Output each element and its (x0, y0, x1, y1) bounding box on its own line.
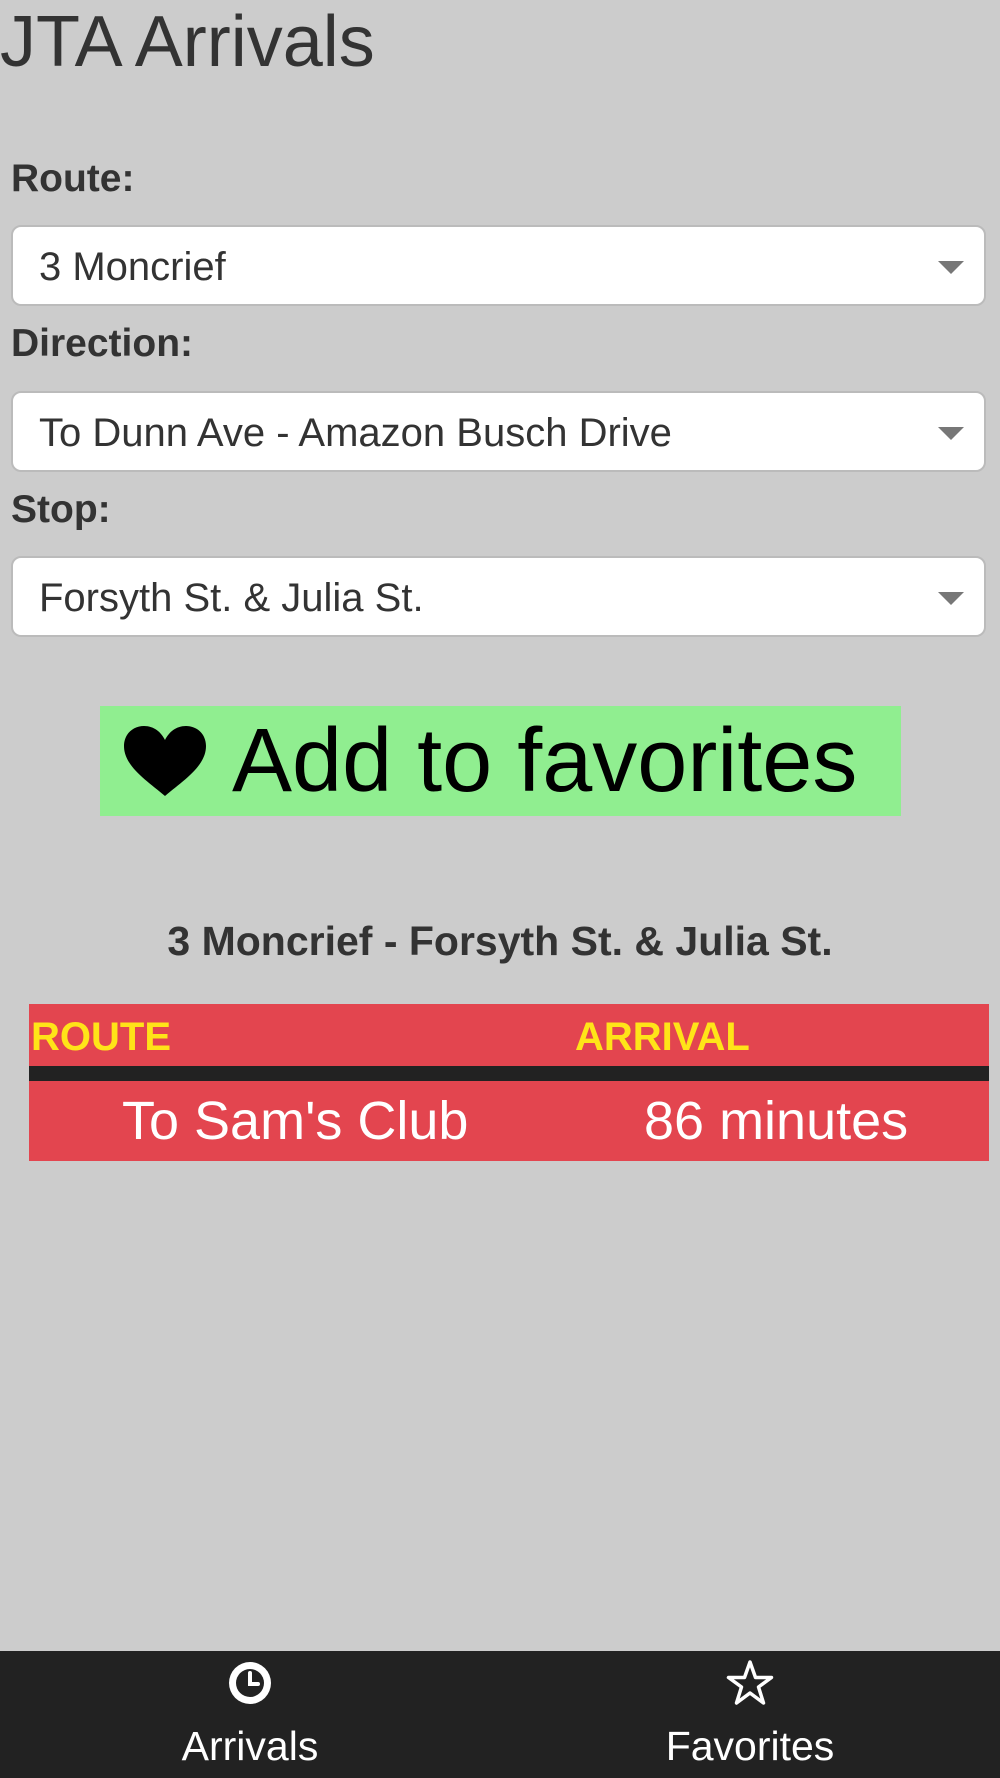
table-header-row: ROUTE ARRIVAL (29, 1004, 989, 1066)
chevron-down-icon (938, 261, 964, 274)
route-label: Route: (11, 157, 135, 200)
clock-icon (229, 1662, 271, 1704)
add-to-favorites-label: Add to favorites (232, 711, 858, 811)
page-title: JTA Arrivals (0, 2, 375, 82)
chevron-down-icon (938, 427, 964, 440)
column-header-arrival: ARRIVAL (575, 1015, 750, 1059)
stop-label: Stop: (11, 488, 111, 531)
arrivals-table: ROUTE ARRIVAL To Sam's Club 86 minutes (29, 1004, 989, 1161)
tab-favorites-label: Favorites (665, 1723, 835, 1769)
direction-select[interactable]: To Dunn Ave - Amazon Busch Drive (11, 391, 986, 472)
tab-favorites[interactable]: Favorites (500, 1651, 1000, 1778)
arrivals-heading: 3 Moncrief - Forsyth St. & Julia St. (167, 918, 833, 964)
add-to-favorites-button[interactable]: Add to favorites (100, 706, 901, 816)
stop-select-value: Forsyth St. & Julia St. (39, 576, 424, 620)
column-header-route: ROUTE (31, 1015, 171, 1059)
route-select[interactable]: 3 Moncrief (11, 225, 986, 306)
tab-arrivals[interactable]: Arrivals (0, 1651, 500, 1778)
tab-arrivals-label: Arrivals (181, 1723, 319, 1769)
star-icon (726, 1660, 774, 1705)
direction-label: Direction: (11, 322, 194, 365)
bottom-tab-bar: Arrivals Favorites (0, 1651, 1000, 1778)
chevron-down-icon (938, 592, 964, 605)
heart-icon (124, 726, 206, 796)
row-route: To Sam's Club (122, 1091, 469, 1151)
stop-select[interactable]: Forsyth St. & Julia St. (11, 556, 986, 637)
table-row: To Sam's Club 86 minutes (29, 1081, 989, 1161)
direction-select-value: To Dunn Ave - Amazon Busch Drive (39, 411, 672, 455)
route-select-value: 3 Moncrief (39, 245, 226, 289)
row-arrival: 86 minutes (644, 1091, 909, 1151)
table-divider (29, 1066, 989, 1081)
